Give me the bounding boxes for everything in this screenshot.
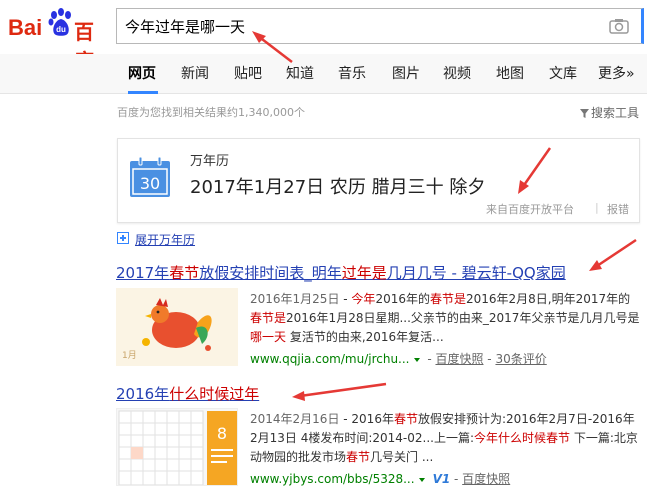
logo-du-text: du: [56, 25, 66, 34]
snippet-highlight: 春节是: [250, 311, 287, 325]
result-url-1[interactable]: www.qqjia.com/mu/jrchu...: [250, 352, 410, 366]
title-highlight: 过年: [229, 385, 260, 403]
logo-bai-text: Bai: [8, 15, 43, 40]
result-title-2[interactable]: 2016年什么时候过年: [116, 383, 259, 404]
cache-link-1[interactable]: 百度快照: [435, 352, 483, 366]
result-count: 百度为您找到相关结果约1,340,000个: [117, 106, 305, 119]
baidu-logo[interactable]: Bai du 百度: [8, 6, 110, 73]
tab-web[interactable]: 网页: [128, 63, 156, 83]
url-dropdown-icon[interactable]: [413, 358, 420, 362]
calendar-card-title[interactable]: 万年历: [190, 150, 229, 169]
title-highlight: 过年是: [341, 264, 387, 282]
snippet-text: 复活节的由来,2016年复活...: [286, 330, 444, 344]
tab-news[interactable]: 新闻: [181, 63, 209, 83]
title-part: 2017年: [116, 264, 170, 282]
snippet-text: 2016年2月8日,明年2017年的: [466, 292, 631, 306]
title-part: 2016年: [116, 385, 170, 403]
calendar-card-report-link[interactable]: 报错: [607, 201, 629, 217]
tab-map[interactable]: 地图: [496, 63, 524, 83]
tab-more[interactable]: 更多»: [598, 63, 635, 83]
result-url-2[interactable]: www.yjbys.com/bbs/5328...: [250, 472, 415, 486]
snippet-highlight: 哪一天: [250, 330, 287, 344]
tab-images[interactable]: 图片: [392, 63, 420, 83]
paw-icon: du: [48, 8, 71, 36]
result-thumbnail-1[interactable]: 1月: [116, 288, 238, 366]
calendar-image: 8: [117, 409, 237, 485]
calendar-card-date: 2017年1月27日 农历 腊月三十 除夕: [190, 177, 486, 198]
calendar-icon-day: 30: [140, 174, 160, 193]
tab-wenku[interactable]: 文库: [549, 63, 577, 83]
thumbnail-month-label: 1月: [122, 350, 137, 361]
calendar-card-source[interactable]: 来自百度开放平台: [486, 201, 574, 217]
search-tools-label: 搜索工具: [590, 106, 639, 120]
calendar-icon[interactable]: 30: [130, 157, 170, 197]
search-input[interactable]: [125, 15, 595, 37]
title-highlight: 什么时候: [169, 385, 230, 403]
camera-icon[interactable]: [609, 18, 629, 34]
result-title-1[interactable]: 2017年春节放假安排时间表_明年过年是几月几号 - 碧云轩-QQ家园: [116, 262, 566, 283]
snippet-highlight: 春节: [393, 412, 418, 426]
snippet-text: 2016年的: [375, 292, 430, 306]
result-snippet-1: 2016年1月25日 - 今年2016年的春节是2016年2月8日,明年2017…: [250, 290, 640, 347]
active-tab-indicator: [128, 91, 158, 94]
cache-link-2[interactable]: 百度快照: [462, 472, 510, 486]
url-dropdown-icon[interactable]: [418, 478, 425, 482]
expand-calendar-link[interactable]: 展开万年历: [135, 231, 195, 248]
result-url-line-1: www.qqjia.com/mu/jrchu... - 百度快照 - 30条评价: [250, 352, 547, 366]
search-box: [116, 8, 644, 44]
thumbnail-day: 8: [217, 424, 227, 443]
snippet-text: -: [339, 292, 352, 306]
search-nav-bar: 网页 新闻 贴吧 知道 音乐 图片 视频 地图 文库 更多»: [0, 54, 647, 94]
snippet-highlight: 今年: [351, 292, 376, 306]
tab-music[interactable]: 音乐: [338, 63, 366, 83]
calendar-card-separator: |: [595, 201, 599, 214]
v1-badge-icon[interactable]: V1: [433, 472, 451, 486]
title-part: 放假安排时间表_明年: [199, 264, 342, 282]
snippet-date: 2016年1月25日: [250, 292, 340, 306]
snippet-highlight: 春节是: [429, 292, 466, 306]
tab-video[interactable]: 视频: [443, 63, 471, 83]
tab-tieba[interactable]: 贴吧: [234, 63, 262, 83]
tab-zhidao[interactable]: 知道: [286, 63, 314, 83]
result-url-line-2: www.yjbys.com/bbs/5328... V1 - 百度快照: [250, 472, 511, 486]
snippet-text: 2016年1月28日星期...父亲节的由来_2017年父亲节是几月几号是: [286, 311, 640, 325]
search-tools-button[interactable]: 搜索工具: [579, 104, 639, 121]
result-snippet-2: 2014年2月16日 - 2016年春节放假安排预计为:2016年2月7日-20…: [250, 410, 640, 467]
title-part: 几月几号 - 碧云轩-QQ家园: [386, 264, 566, 282]
snippet-highlight: 今年什么时候春节: [474, 431, 571, 445]
snippet-date: 2014年2月16日: [250, 412, 340, 426]
snippet-text: - 2016年: [339, 412, 394, 426]
result-thumbnail-2[interactable]: 8: [116, 408, 238, 486]
snippet-highlight: 春节: [346, 450, 371, 464]
calendar-card: 30 万年历 2017年1月27日 农历 腊月三十 除夕 来自百度开放平台 | …: [117, 138, 640, 223]
snippet-text: 几号关门 ...: [370, 450, 434, 464]
rooster-image: 1月: [116, 288, 238, 366]
plus-icon: [117, 232, 129, 244]
title-highlight: 春节: [169, 264, 200, 282]
filter-icon: [579, 109, 589, 118]
reviews-link-1[interactable]: 30条评价: [495, 352, 546, 366]
